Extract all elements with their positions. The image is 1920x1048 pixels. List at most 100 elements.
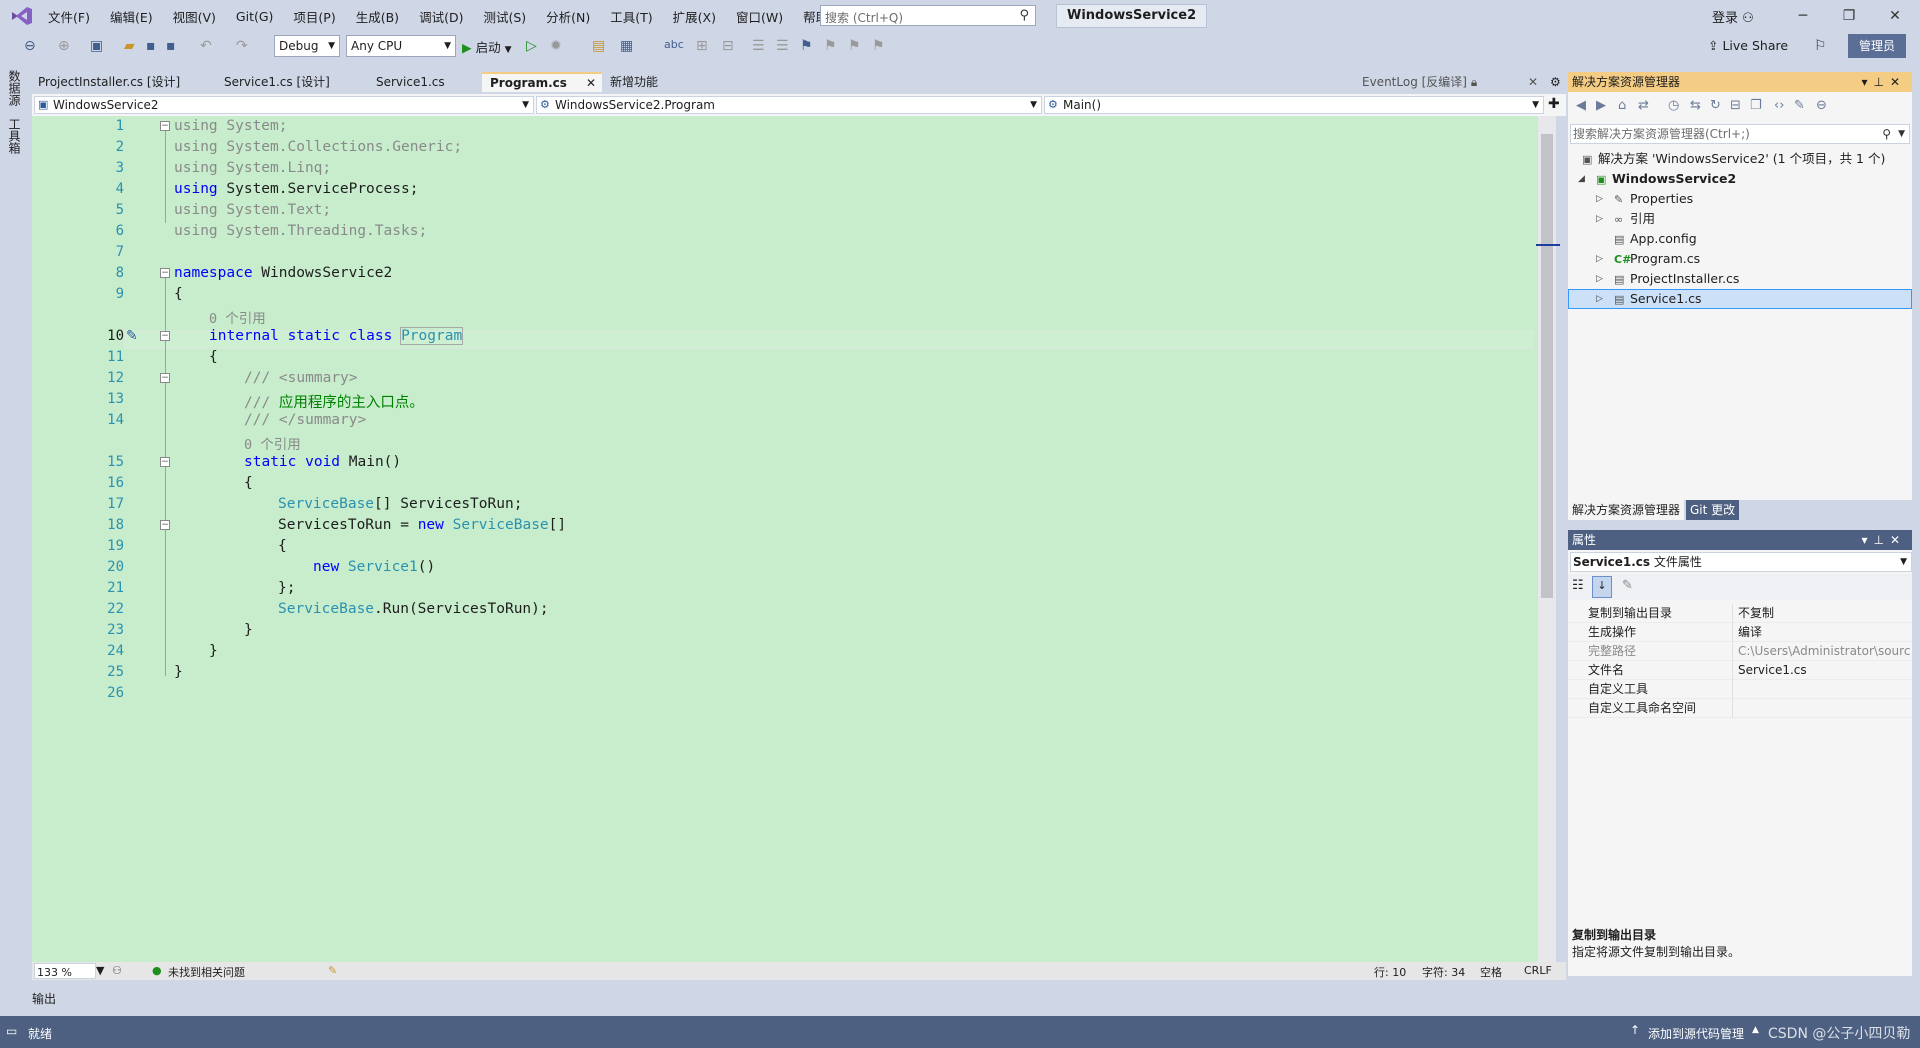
align-icon[interactable]: ⊞ <box>696 38 708 54</box>
switch-views-icon[interactable]: ⇄ <box>1638 98 1649 113</box>
live-share-button[interactable]: ⇪ Live Share <box>1708 38 1788 53</box>
tab-git-changes[interactable]: Git 更改 <box>1686 500 1740 520</box>
tab-program[interactable]: Program.cs ✕ <box>482 72 602 92</box>
scrollbar-thumb[interactable] <box>1541 134 1553 598</box>
close-tab-icon[interactable]: ✕ <box>586 74 596 92</box>
clear-bookmark-icon[interactable]: ⚑ <box>872 38 885 54</box>
menu-window[interactable]: 窗口(W) <box>726 7 793 26</box>
menu-extensions[interactable]: 扩展(X) <box>663 7 726 26</box>
expanded-icon[interactable]: ◢ <box>1578 169 1585 189</box>
tree-item-program-cs[interactable]: ▷ C#Program.cs <box>1596 249 1700 269</box>
prev-bookmark-icon[interactable]: ⚑ <box>824 38 837 54</box>
tree-item-service1-cs[interactable]: ▷ ▤ Service1.cs <box>1596 289 1702 309</box>
open-folder-icon[interactable]: ▰ <box>124 38 135 54</box>
back-icon[interactable]: ⊖ <box>24 38 36 54</box>
close-window-button[interactable]: ✕ <box>1872 0 1918 32</box>
tree-item-properties[interactable]: ▷ ✎ Properties <box>1596 189 1693 209</box>
panel-controls[interactable]: ▾⊥✕ <box>1861 530 1906 550</box>
data-sources-tab[interactable]: 数据源 <box>6 70 23 106</box>
property-row[interactable]: 完整路径 C:\Users\Administrator\source <box>1568 642 1912 661</box>
close-tab-icon[interactable]: ✕ <box>1528 72 1538 92</box>
split-editor-icon[interactable]: ✚ <box>1548 96 1560 112</box>
whitespace-indicator[interactable]: 空格 <box>1480 964 1502 980</box>
tree-item-app-config[interactable]: ▤ App.config <box>1596 229 1697 249</box>
column-indicator[interactable]: 字符: 34 <box>1422 964 1465 980</box>
panel-controls[interactable]: ▾⊥✕ <box>1861 72 1906 92</box>
forward-icon[interactable]: ⊕ <box>58 38 70 54</box>
sign-in-button[interactable]: 登录 ⚇ <box>1712 7 1754 26</box>
history-icon[interactable]: ◷ <box>1668 98 1679 113</box>
codelens-references[interactable]: 0 个引用 <box>244 433 301 453</box>
fold-toggle[interactable]: − <box>160 520 170 530</box>
property-pages-icon[interactable]: ✎ <box>1622 578 1633 593</box>
add-to-source-control-button[interactable]: 添加到源代码管理 <box>1648 1025 1744 1042</box>
configuration-select[interactable]: Debug ▼ <box>274 35 340 57</box>
property-row[interactable]: 文件名 Service1.cs <box>1568 661 1912 680</box>
home-icon[interactable]: ⌂ <box>1618 98 1626 113</box>
start-without-debugging-icon[interactable]: ▷ <box>526 38 537 54</box>
feedback-icon[interactable]: ⚐ <box>1814 38 1827 54</box>
solution-explorer-search-input[interactable]: 搜索解决方案资源管理器(Ctrl+;) ⚲ ▼ <box>1570 124 1910 144</box>
member-dropdown[interactable]: ⚙ Main() ▼ <box>1044 96 1544 114</box>
tab-solution-explorer[interactable]: 解决方案资源管理器 <box>1568 500 1685 520</box>
collapsed-icon[interactable]: ▷ <box>1596 289 1603 309</box>
output-tab[interactable]: 输出 <box>32 990 56 1007</box>
project-dropdown[interactable]: ▣ WindowsService2 ▼ <box>34 96 534 114</box>
menu-git[interactable]: Git(G) <box>226 9 284 24</box>
tab-service1-design[interactable]: Service1.cs [设计] <box>216 72 368 92</box>
menu-build[interactable]: 生成(B) <box>346 7 409 26</box>
refresh-icon[interactable]: ↻ <box>1710 98 1721 113</box>
collapsed-icon[interactable]: ▷ <box>1596 209 1603 229</box>
fold-toggle[interactable]: − <box>160 457 170 467</box>
settings-gear-icon[interactable]: ⚙ <box>1548 72 1566 92</box>
start-debugging-button[interactable]: ▶ 启动 ▼ <box>462 37 512 56</box>
fold-toggle[interactable]: − <box>160 121 170 131</box>
properties-object-select[interactable]: Service1.cs 文件属性 ▼ <box>1570 552 1912 572</box>
class-dropdown[interactable]: ⚙ WindowsService2.Program ▼ <box>536 96 1042 114</box>
line-ending-indicator[interactable]: CRLF <box>1524 964 1552 977</box>
menu-view[interactable]: 视图(V) <box>163 7 226 26</box>
collapsed-icon[interactable]: ▷ <box>1596 189 1603 209</box>
hot-reload-icon[interactable]: ✹ <box>550 38 562 54</box>
redo-icon[interactable]: ↷ <box>236 38 248 54</box>
outdent-icon[interactable]: ☰ <box>776 38 789 54</box>
alphabetical-icon[interactable]: ↓ <box>1592 576 1612 598</box>
show-all-files-icon[interactable]: ❐ <box>1750 98 1762 113</box>
menu-analyze[interactable]: 分析(N) <box>536 7 600 26</box>
menu-edit[interactable]: 编辑(E) <box>100 7 163 26</box>
bookmark-icon[interactable]: ⚑ <box>800 38 813 54</box>
save-icon[interactable]: ▪ <box>146 38 156 54</box>
tab-eventlog-decompiled[interactable]: EventLog [反编译] 🔒︎ ✕ <box>1354 72 1544 92</box>
property-row[interactable]: 复制到输出目录 不复制 <box>1568 604 1912 623</box>
tree-item-references[interactable]: ▷ ∞ 引用 <box>1596 209 1655 229</box>
tab-projectinstaller-design[interactable]: ProjectInstaller.cs [设计] <box>30 72 216 92</box>
collapse-all-icon[interactable]: ⊟ <box>1730 98 1741 113</box>
undo-icon[interactable]: ↶ <box>200 38 212 54</box>
tab-service1[interactable]: Service1.cs <box>368 72 482 92</box>
line-indicator[interactable]: 行: 10 <box>1374 964 1406 980</box>
back-icon[interactable]: ◀ <box>1576 98 1586 113</box>
save-all-icon[interactable]: ▪ <box>166 38 176 54</box>
categorized-icon[interactable]: ☷ <box>1572 578 1584 593</box>
forward-icon[interactable]: ▶ <box>1596 98 1606 113</box>
restore-button[interactable]: ❐ <box>1826 0 1872 32</box>
tree-item-projectinstaller-cs[interactable]: ▷ ▤ ProjectInstaller.cs <box>1596 269 1739 289</box>
browse-icon[interactable]: ▤ <box>592 38 605 54</box>
collapsed-icon[interactable]: ▷ <box>1596 269 1603 289</box>
platform-select[interactable]: Any CPU ▼ <box>346 35 456 57</box>
preview-icon[interactable]: ⊖ <box>1816 98 1827 113</box>
code-icon[interactable]: ‹› <box>1774 98 1784 113</box>
code-editor[interactable] <box>32 116 1538 962</box>
copilot-icon[interactable]: ⚇ <box>112 964 122 977</box>
fold-toggle[interactable]: − <box>160 331 170 341</box>
menu-test[interactable]: 测试(S) <box>473 7 536 26</box>
layout-icon[interactable]: ▦ <box>620 38 633 54</box>
property-row[interactable]: 生成操作 编译 <box>1568 623 1912 642</box>
zoom-select[interactable]: 133 % <box>34 963 96 979</box>
spell-check-icon[interactable]: abc <box>664 38 684 51</box>
property-row[interactable]: 自定义工具 <box>1568 680 1912 699</box>
property-row[interactable]: 自定义工具命名空间 <box>1568 699 1912 718</box>
sync-icon[interactable]: ⇆ <box>1690 98 1701 113</box>
minimize-button[interactable]: ─ <box>1780 0 1826 32</box>
fold-toggle[interactable]: − <box>160 268 170 278</box>
